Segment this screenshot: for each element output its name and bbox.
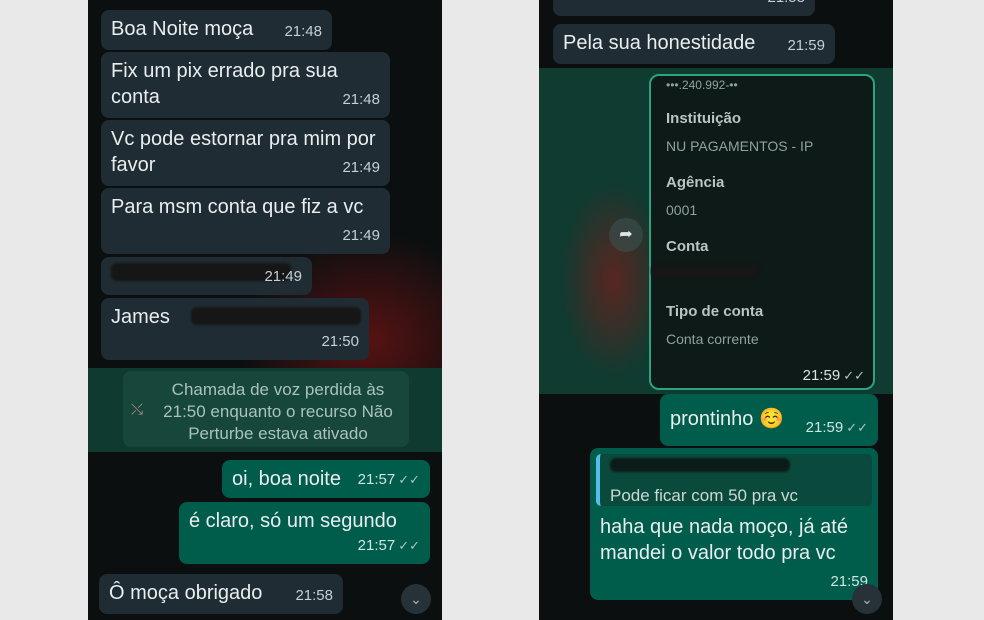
message-text: haha que nada moço, já até mandei o valo… — [600, 516, 848, 564]
message-time: 21:50 — [321, 333, 359, 350]
message-incoming[interactable]: Pela sua honestidade 21:59 — [553, 24, 835, 64]
message-time: 21:57 ✓✓ — [357, 537, 420, 554]
quoted-text: Pode ficar com 50 pra vc — [610, 486, 799, 505]
pix-receipt-image[interactable]: •••.240.992-•• Instituição NU PAGAMENTOS… — [649, 74, 875, 390]
redaction-mark — [651, 264, 759, 278]
message-incoming[interactable]: Fix um pix errado pra sua conta 21:48 — [101, 52, 390, 118]
quoted-message[interactable]: Pode ficar com 50 pra vc — [596, 454, 872, 506]
message-time: 21:59 ✓✓ — [805, 419, 868, 436]
receipt-label: Tipo de conta — [666, 303, 764, 320]
message-time: 21:59 — [787, 37, 825, 54]
message-text: Ô moça obrigado — [109, 582, 263, 604]
message-time: 21:57 ✓✓ — [357, 471, 420, 488]
receipt-value: Conta corrente — [666, 331, 759, 347]
message-time: 21:48 — [342, 91, 380, 108]
message-time: 21:48 — [284, 23, 322, 40]
double-check-icon: ✓✓ — [398, 472, 420, 487]
right-chat-screen: 21:58 Pela sua honestidade 21:59 ➦ •••.2… — [539, 0, 893, 620]
message-incoming[interactable]: Ô moça obrigado 21:58 — [99, 574, 343, 614]
message-time: 21:58 — [295, 587, 333, 604]
message-incoming[interactable]: 21:58 — [553, 0, 815, 16]
chevron-down-icon[interactable]: ⌄ — [852, 584, 882, 614]
message-incoming[interactable]: Vc pode estornar pra mim por favor 21:49 — [101, 120, 390, 186]
message-text: Para msm conta que fiz a vc — [111, 196, 364, 218]
receipt-value: 0001 — [666, 202, 698, 218]
double-check-icon: ✓✓ — [843, 368, 865, 383]
message-time: 21:59 ✓✓ — [802, 367, 865, 384]
chevron-down-icon[interactable]: ⌄ — [401, 584, 431, 614]
message-time: 21:49 — [264, 268, 302, 285]
redaction-mark — [610, 458, 790, 472]
message-incoming[interactable]: Boa Noite moça 21:48 — [101, 10, 332, 50]
message-text: Boa Noite moça — [111, 18, 254, 40]
receipt-header: •••.240.992-•• — [666, 78, 738, 92]
message-outgoing-reply[interactable]: Pode ficar com 50 pra vc haha que nada m… — [590, 448, 878, 600]
double-check-icon: ✓✓ — [398, 538, 420, 553]
message-incoming[interactable]: James 21:50 — [101, 298, 369, 360]
message-text: James — [111, 306, 170, 328]
message-text: oi, boa noite — [232, 468, 341, 490]
message-text: prontinho ☺️ — [670, 408, 784, 430]
receipt-label: Instituição — [666, 110, 742, 127]
missed-call-notice: ⤯ Chamada de voz perdida às 21:50 enquan… — [123, 371, 409, 447]
message-time: 21:49 — [342, 159, 380, 176]
receipt-label: Conta — [666, 238, 709, 255]
message-incoming-redacted[interactable]: 21:49 — [101, 257, 312, 295]
missed-call-icon: ⤯ — [131, 401, 144, 418]
left-chat-screen: Boa Noite moça 21:48 Fix um pix errado p… — [88, 0, 442, 620]
message-outgoing[interactable]: é claro, só um segundo 21:57 ✓✓ — [179, 502, 430, 564]
message-outgoing[interactable]: prontinho ☺️ 21:59 ✓✓ — [660, 394, 878, 446]
double-check-icon: ✓✓ — [846, 420, 868, 435]
receipt-label: Agência — [666, 174, 725, 191]
message-time: 21:58 — [767, 0, 805, 11]
message-text: Pela sua honestidade — [563, 32, 756, 54]
message-text: é claro, só um segundo — [189, 510, 397, 532]
message-text: Fix um pix errado pra sua conta — [111, 60, 338, 108]
redaction-mark — [191, 307, 361, 325]
message-text: Vc pode estornar pra mim por favor — [111, 128, 376, 176]
system-text: Chamada de voz perdida às 21:50 enquanto… — [163, 380, 393, 443]
forward-icon[interactable]: ➦ — [609, 218, 643, 252]
message-outgoing[interactable]: oi, boa noite 21:57 ✓✓ — [222, 460, 430, 498]
message-time: 21:49 — [342, 227, 380, 244]
receipt-value: NU PAGAMENTOS - IP — [666, 138, 814, 154]
message-incoming[interactable]: Para msm conta que fiz a vc 21:49 — [101, 188, 390, 254]
